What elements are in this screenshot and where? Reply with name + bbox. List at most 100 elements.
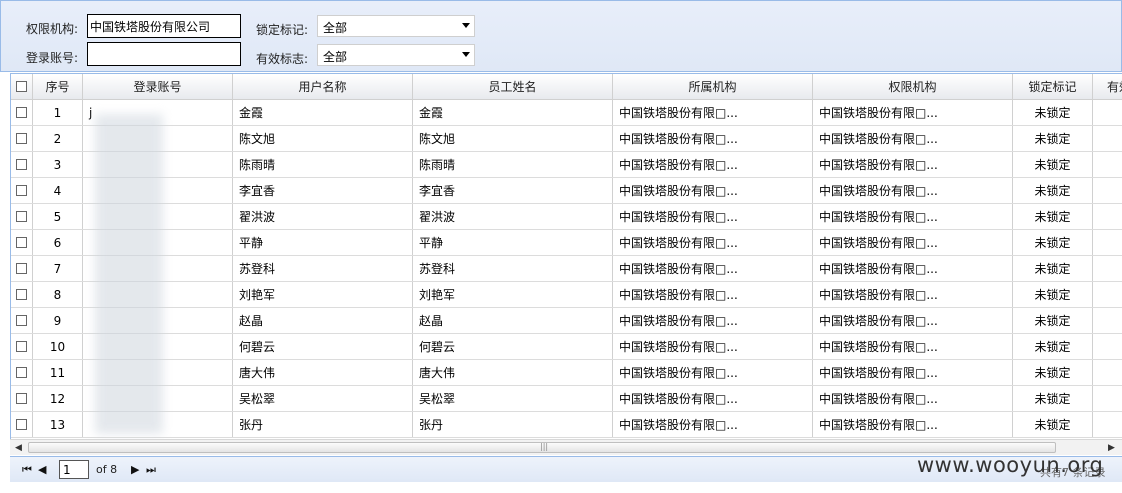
chevron-down-icon: [462, 52, 470, 57]
table-row[interactable]: 6 平静 平静 中国铁塔股份有限□... 中国铁塔股份有限□... 未锁定: [11, 230, 1122, 256]
cell-emp: 赵晶: [413, 308, 613, 333]
cell-user: 吴松翠: [233, 386, 413, 411]
watermark: www.wooyun.org: [917, 453, 1104, 477]
cell-org: 中国铁塔股份有限□...: [613, 126, 813, 151]
select-all-cell[interactable]: [11, 74, 33, 99]
cell-perm: 中国铁塔股份有限□...: [813, 386, 1013, 411]
row-checkbox[interactable]: [16, 419, 27, 430]
col-header-org[interactable]: 所属机构: [613, 74, 813, 99]
cell-perm: 中国铁塔股份有限□...: [813, 334, 1013, 359]
row-checkbox[interactable]: [16, 289, 27, 300]
page-number-input[interactable]: [59, 460, 89, 479]
table-row[interactable]: 11 唐大伟 唐大伟 中国铁塔股份有限□... 中国铁塔股份有限□... 未锁定: [11, 360, 1122, 386]
prev-page-icon[interactable]: ◀: [38, 463, 46, 476]
row-checkbox[interactable]: [16, 237, 27, 248]
lock-select[interactable]: 全部: [317, 15, 475, 37]
row-checkbox[interactable]: [16, 185, 27, 196]
col-header-no[interactable]: 序号: [33, 74, 83, 99]
cell-valid: [1093, 334, 1122, 359]
row-checkbox[interactable]: [16, 393, 27, 404]
cell-emp: 何碧云: [413, 334, 613, 359]
row-checkbox[interactable]: [16, 367, 27, 378]
cell-lock: 未锁定: [1013, 256, 1093, 281]
table-row[interactable]: 8 刘艳军 刘艳军 中国铁塔股份有限□... 中国铁塔股份有限□... 未锁定: [11, 282, 1122, 308]
cell-emp: 张丹: [413, 412, 613, 437]
cell-emp: 陈雨晴: [413, 152, 613, 177]
row-checkbox[interactable]: [16, 159, 27, 170]
cell-perm: 中国铁塔股份有限□...: [813, 308, 1013, 333]
cell-user: 张丹: [233, 412, 413, 437]
cell-valid: [1093, 412, 1122, 437]
table-row[interactable]: 3 陈雨晴 陈雨晴 中国铁塔股份有限□... 中国铁塔股份有限□... 未锁定: [11, 152, 1122, 178]
table-row[interactable]: 13 张丹 张丹 中国铁塔股份有限□... 中国铁塔股份有限□... 未锁定: [11, 412, 1122, 438]
cell-no: 10: [33, 334, 83, 359]
table-row[interactable]: 7 苏登科 苏登科 中国铁塔股份有限□... 中国铁塔股份有限□... 未锁定: [11, 256, 1122, 282]
cell-lock: 未锁定: [1013, 230, 1093, 255]
cell-no: 3: [33, 152, 83, 177]
row-select-cell: [11, 178, 33, 203]
valid-select[interactable]: 全部: [317, 44, 475, 66]
first-page-icon[interactable]: ⏮: [22, 463, 32, 477]
col-header-emp[interactable]: 员工姓名: [413, 74, 613, 99]
table-row[interactable]: 4 李宜香 李宜香 中国铁塔股份有限□... 中国铁塔股份有限□... 未锁定: [11, 178, 1122, 204]
cell-org: 中国铁塔股份有限□...: [613, 100, 813, 125]
cell-valid: [1093, 178, 1122, 203]
org-label: 权限机构:: [26, 22, 79, 36]
next-page-icon[interactable]: ▶: [131, 463, 139, 476]
cell-org: 中国铁塔股份有限□...: [613, 230, 813, 255]
row-select-cell: [11, 282, 33, 307]
row-checkbox[interactable]: [16, 341, 27, 352]
row-select-cell: [11, 152, 33, 177]
cell-lock: 未锁定: [1013, 152, 1093, 177]
account-label: 登录账号:: [26, 51, 79, 65]
col-header-perm[interactable]: 权限机构: [813, 74, 1013, 99]
cell-no: 8: [33, 282, 83, 307]
col-header-valid[interactable]: 有效: [1093, 74, 1122, 99]
cell-no: 9: [33, 308, 83, 333]
org-input[interactable]: [87, 14, 241, 38]
user-grid: 序号 登录账号 用户名称 员工姓名 所属机构 权限机构 锁定标记 有效 1j金霞…: [10, 73, 1122, 455]
col-header-account[interactable]: 登录账号: [83, 74, 233, 99]
cell-valid: [1093, 256, 1122, 281]
cell-user: 刘艳军: [233, 282, 413, 307]
select-all-checkbox[interactable]: [16, 81, 27, 92]
col-header-user[interactable]: 用户名称: [233, 74, 413, 99]
cell-user: 金霞: [233, 100, 413, 125]
cell-org: 中国铁塔股份有限□...: [613, 282, 813, 307]
last-page-icon[interactable]: ⏭: [146, 463, 156, 477]
table-row[interactable]: 12 吴松翠 吴松翠 中国铁塔股份有限□... 中国铁塔股份有限□... 未锁定: [11, 386, 1122, 412]
row-checkbox[interactable]: [16, 211, 27, 222]
scroll-right-icon[interactable]: ▶: [1108, 443, 1115, 453]
lock-label: 锁定标记:: [256, 23, 309, 37]
cell-perm: 中国铁塔股份有限□...: [813, 100, 1013, 125]
row-checkbox[interactable]: [16, 133, 27, 144]
table-row[interactable]: 9 赵晶 赵晶 中国铁塔股份有限□... 中国铁塔股份有限□... 未锁定: [11, 308, 1122, 334]
cell-lock: 未锁定: [1013, 360, 1093, 385]
grip-icon: |||: [540, 442, 549, 451]
row-checkbox[interactable]: [16, 263, 27, 274]
table-row[interactable]: 1 j 金霞 金霞 中国铁塔股份有限□... 中国铁塔股份有限□... 未锁定: [11, 100, 1122, 126]
cell-user: 何碧云: [233, 334, 413, 359]
row-select-cell: [11, 334, 33, 359]
cell-lock: 未锁定: [1013, 126, 1093, 151]
page-count: of 8: [96, 463, 118, 476]
row-checkbox[interactable]: [16, 315, 27, 326]
row-select-cell: [11, 308, 33, 333]
cell-lock: 未锁定: [1013, 282, 1093, 307]
cell-lock: 未锁定: [1013, 412, 1093, 437]
cell-org: 中国铁塔股份有限□...: [613, 308, 813, 333]
table-row[interactable]: 2 陈文旭 陈文旭 中国铁塔股份有限□... 中国铁塔股份有限□... 未锁定: [11, 126, 1122, 152]
cell-emp: 平静: [413, 230, 613, 255]
account-input[interactable]: [87, 42, 241, 66]
cell-org: 中国铁塔股份有限□...: [613, 412, 813, 437]
scroll-left-icon[interactable]: ◀: [15, 443, 22, 453]
row-checkbox[interactable]: [16, 107, 27, 118]
cell-user: 翟洪波: [233, 204, 413, 229]
row-select-cell: [11, 126, 33, 151]
table-row[interactable]: 5 翟洪波 翟洪波 中国铁塔股份有限□... 中国铁塔股份有限□... 未锁定: [11, 204, 1122, 230]
cell-no: 6: [33, 230, 83, 255]
table-row[interactable]: 10 何碧云 何碧云 中国铁塔股份有限□... 中国铁塔股份有限□... 未锁定: [11, 334, 1122, 360]
cell-valid: [1093, 360, 1122, 385]
cell-valid: [1093, 282, 1122, 307]
col-header-lock[interactable]: 锁定标记: [1013, 74, 1093, 99]
